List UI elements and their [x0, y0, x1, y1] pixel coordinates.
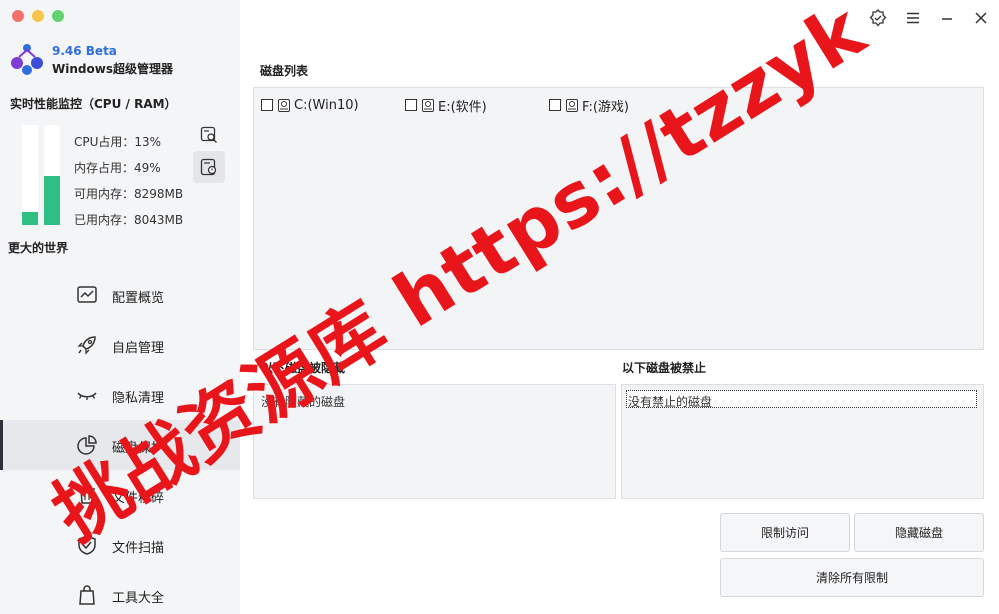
sidebar-item-privacy[interactable]: 隐私清理: [0, 370, 240, 420]
cpu-meter-fill: [22, 212, 38, 225]
disabled-disks-empty: 没有禁止的磁盘: [628, 395, 713, 409]
clear-restrictions-button[interactable]: 清除所有限制: [720, 558, 984, 597]
sidebar-item-shredder[interactable]: 文件粉碎: [0, 470, 240, 520]
verified-button[interactable]: [868, 8, 888, 28]
monitor-title: 实时性能监控（CPU / RAM）: [10, 97, 177, 111]
ram-meter: [44, 125, 60, 225]
hide-disk-button[interactable]: 隐藏磁盘: [854, 513, 984, 552]
sidebar-item-config[interactable]: 配置概览: [0, 270, 240, 320]
shield-icon: [78, 535, 96, 555]
sidebar: 9.46 Beta Windows超级管理器 实时性能监控（CPU / RAM）…: [0, 0, 240, 614]
hard-drive-icon: [278, 98, 290, 112]
menu-icon: [907, 12, 919, 24]
app-name: Windows超级管理器: [52, 62, 173, 76]
verified-icon: [869, 9, 887, 27]
disabled-disks-title: 以下磁盘被禁止: [622, 361, 707, 375]
sidebar-item-label: 文件扫描: [112, 541, 165, 556]
rocket-icon: [77, 336, 96, 355]
used-memory-text: 已用内存：8043MB: [74, 213, 184, 227]
disk-item-f[interactable]: F:(游戏): [549, 96, 629, 115]
hidden-disks-title: 以下磁盘被隐藏: [261, 361, 346, 375]
sidebar-item-tools[interactable]: 工具大全: [0, 570, 240, 614]
sidebar-item-label: 自启管理: [112, 341, 165, 356]
menu-button[interactable]: [903, 8, 923, 28]
disk-checkbox[interactable]: [549, 99, 561, 111]
trash-icon: [79, 486, 95, 504]
hidden-disks-empty: 没有隐藏的磁盘: [261, 395, 346, 409]
disk-label: C:(Win10): [294, 97, 359, 113]
slogan: 更大的世界: [8, 241, 69, 255]
sidebar-item-label: 工具大全: [112, 591, 165, 606]
disk-list-panel: [253, 87, 984, 350]
minimize-icon: [942, 18, 952, 20]
close-icon: [975, 12, 987, 24]
sidebar-item-file-scan[interactable]: 文件扫描: [0, 520, 240, 570]
window-controls: [12, 10, 64, 22]
hard-drive-icon: [566, 98, 578, 112]
close-dot[interactable]: [12, 10, 24, 22]
ram-meter-fill: [44, 176, 60, 225]
disk-list-title: 磁盘列表: [260, 64, 309, 78]
minimize-button[interactable]: [937, 8, 957, 28]
sidebar-item-label: 文件粉碎: [112, 491, 165, 506]
disk-label: F:(游戏): [582, 99, 629, 115]
app-logo-icon: [11, 44, 43, 75]
chart-icon: [77, 286, 97, 303]
disk-check-button[interactable]: [193, 151, 225, 183]
disk-search-icon: [200, 126, 217, 143]
maximize-dot[interactable]: [52, 10, 64, 22]
sidebar-item-startup[interactable]: 自启管理: [0, 320, 240, 370]
restrict-access-button[interactable]: 限制访问: [720, 513, 850, 552]
disk-check-icon: [200, 158, 217, 176]
cpu-meter: [22, 125, 38, 225]
hard-drive-icon: [422, 98, 434, 112]
pie-chart-icon: [77, 435, 97, 455]
close-button[interactable]: [971, 8, 991, 28]
eye-closed-icon: [77, 392, 97, 400]
sidebar-item-label: 隐私清理: [112, 391, 165, 406]
app-version: 9.46 Beta: [52, 44, 117, 58]
disk-item-c[interactable]: C:(Win10): [261, 96, 359, 114]
disk-checkbox[interactable]: [261, 99, 273, 111]
sidebar-item-label: 配置概览: [112, 291, 165, 306]
free-memory-text: 可用内存：8298MB: [74, 187, 184, 201]
sidebar-item-disk-protect[interactable]: 磁盘保护: [0, 420, 240, 470]
ram-usage-text: 内存占用：49%: [74, 161, 161, 175]
disk-label: E:(软件): [438, 99, 487, 115]
sidebar-item-label: 磁盘保护: [112, 441, 165, 456]
disk-search-button[interactable]: [193, 119, 225, 151]
bag-icon: [79, 585, 95, 605]
disk-item-e[interactable]: E:(软件): [405, 96, 487, 115]
cpu-usage-text: CPU占用：13%: [74, 135, 162, 149]
disk-checkbox[interactable]: [405, 99, 417, 111]
minimize-dot[interactable]: [32, 10, 44, 22]
